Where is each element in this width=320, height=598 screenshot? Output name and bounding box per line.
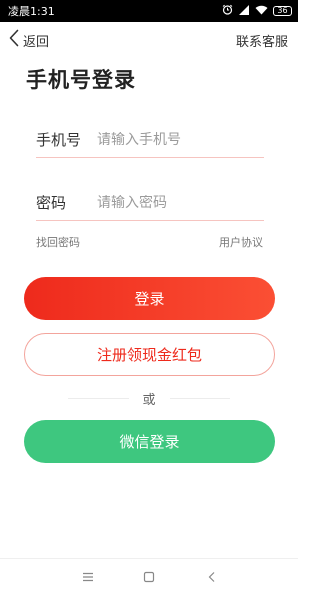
or-divider: 或	[68, 388, 231, 408]
status-time: 凌晨1:31	[8, 5, 55, 18]
home-icon[interactable]	[142, 570, 156, 584]
status-icons: 36	[222, 4, 292, 18]
wifi-icon	[255, 5, 268, 18]
register-button[interactable]: 注册领现金红包	[24, 333, 275, 376]
password-label: 密码	[36, 194, 67, 212]
phone-label: 手机号	[36, 131, 82, 149]
system-nav-bar	[0, 558, 298, 598]
divider-line-right	[169, 397, 231, 399]
back-button[interactable]: 返回	[9, 29, 49, 51]
top-nav-bar: 返回 联系客服	[0, 22, 298, 58]
back-label: 返回	[23, 34, 50, 50]
signal-icon	[238, 4, 250, 18]
forgot-password-link[interactable]: 找回密码	[36, 234, 80, 250]
wechat-login-button[interactable]: 微信登录	[24, 420, 275, 463]
user-agreement-link[interactable]: 用户协议	[219, 234, 263, 250]
menu-icon[interactable]	[81, 570, 95, 584]
page-title: 手机号登录	[26, 68, 136, 92]
phone-input[interactable]	[97, 131, 264, 148]
password-field: 密码	[36, 185, 264, 221]
phone-field: 手机号	[36, 122, 264, 158]
battery-icon: 36	[273, 6, 292, 16]
alarm-icon	[222, 4, 233, 18]
divider-text: 或	[142, 392, 156, 408]
contact-service-link[interactable]: 联系客服	[236, 31, 288, 50]
chevron-left-icon	[9, 29, 19, 51]
status-bar: 凌晨1:31 36	[0, 0, 298, 22]
password-input[interactable]	[97, 194, 264, 211]
back-icon[interactable]	[205, 570, 219, 584]
form-links: 找回密码 用户协议	[36, 234, 263, 250]
divider-line-left	[68, 397, 129, 399]
login-button[interactable]: 登录	[24, 277, 275, 320]
